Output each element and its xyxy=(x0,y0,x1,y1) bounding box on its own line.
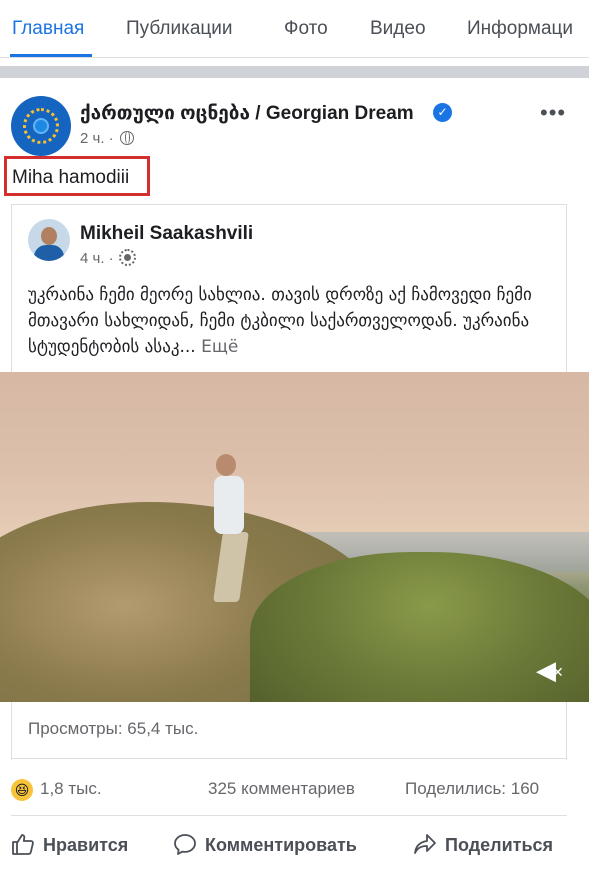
mute-icon[interactable]: ◀✕ xyxy=(536,655,576,685)
comment-button[interactable]: Комментировать xyxy=(173,833,357,859)
shares-count[interactable]: Поделились: 160 xyxy=(405,779,539,799)
shared-post-time[interactable]: 4 ч. · xyxy=(80,250,114,267)
see-more-link[interactable]: Ещё xyxy=(201,337,238,357)
post-time[interactable]: 2 ч. · xyxy=(80,130,114,147)
comments-count[interactable]: 325 комментариев xyxy=(208,779,355,799)
globe-icon xyxy=(119,131,134,145)
like-label: Нравится xyxy=(43,835,129,855)
video-player[interactable] xyxy=(0,372,589,702)
tab-photos[interactable]: Фото xyxy=(284,18,328,40)
page-avatar[interactable] xyxy=(11,96,71,156)
tab-info[interactable]: Информаци xyxy=(467,18,573,40)
tab-posts[interactable]: Публикации xyxy=(126,18,233,40)
haha-reaction-icon[interactable]: 😆 xyxy=(11,779,33,801)
more-dots-icon[interactable]: ••• xyxy=(540,100,566,126)
video-person-torso xyxy=(214,476,244,534)
tab-home[interactable]: Главная xyxy=(12,18,84,40)
avatar-head xyxy=(41,227,57,245)
reaction-count[interactable]: 1,8 тыс. xyxy=(40,779,102,799)
actions-divider xyxy=(11,815,567,816)
shared-author-name[interactable]: Mikheil Saakashvili xyxy=(80,223,253,245)
post-author-name[interactable]: ქართული ოცნება / Georgian Dream xyxy=(80,102,414,125)
view-count: Просмотры: 65,4 тыс. xyxy=(28,719,199,738)
post-meta: 2 ч. · xyxy=(80,130,134,147)
thumbs-up-icon xyxy=(12,834,34,855)
shared-author-avatar[interactable] xyxy=(28,219,70,261)
shared-post-body: უკრაინა ჩემი მეორე სახლია. თავის დროზე ა… xyxy=(28,285,532,357)
logo-core xyxy=(33,118,49,134)
section-separator xyxy=(0,66,589,78)
avatar-body xyxy=(34,245,64,261)
comment-bubble-icon xyxy=(174,834,196,855)
post-caption: Miha hamodiii xyxy=(12,167,130,188)
share-button[interactable]: Поделиться xyxy=(413,833,553,859)
tabs-divider xyxy=(0,57,589,58)
comment-label: Комментировать xyxy=(205,835,357,855)
share-arrow-icon xyxy=(414,834,436,854)
shared-post-meta: 4 ч. · xyxy=(80,249,136,267)
page-tabs: Главная Публикации Фото Видео Информаци xyxy=(0,0,589,58)
like-button[interactable]: Нравится xyxy=(11,833,128,859)
verified-badge-icon: ✓ xyxy=(433,103,452,122)
video-person-head xyxy=(216,454,236,476)
tab-videos[interactable]: Видео xyxy=(370,18,426,40)
gear-icon xyxy=(118,249,136,266)
shared-post-text: უკრაინა ჩემი მეორე სახლია. თავის დროზე ა… xyxy=(28,282,548,360)
share-label: Поделиться xyxy=(445,835,554,855)
